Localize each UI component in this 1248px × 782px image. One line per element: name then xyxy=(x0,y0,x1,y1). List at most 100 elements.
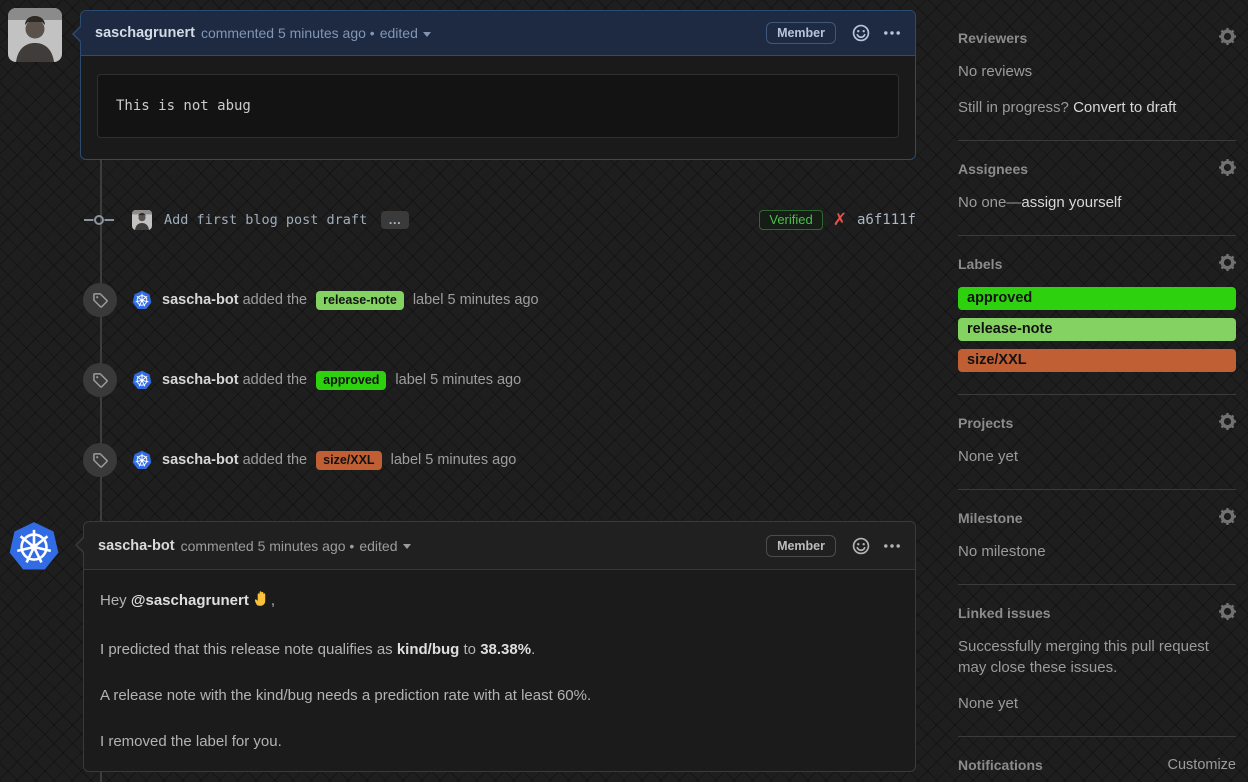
avatar-saschagrunert[interactable] xyxy=(8,8,62,62)
person-avatar-image xyxy=(132,210,152,230)
event-text: added the xyxy=(238,372,312,388)
comment-options-button[interactable] xyxy=(883,24,901,42)
sidebar-section-labels: Labels approved release-note size/XXL xyxy=(958,236,1238,395)
sidebar-section-notifications: Notifications Customize xyxy=(958,737,1236,782)
paragraph: I removed the label for you. xyxy=(100,733,282,750)
code-block: This is not abug xyxy=(97,74,899,138)
assignees-settings-button[interactable] xyxy=(1217,157,1238,179)
commit-hash-link[interactable]: a6f111f xyxy=(857,212,916,228)
kubernetes-avatar-image xyxy=(132,370,152,390)
edited-dropdown[interactable]: edited xyxy=(380,25,431,41)
comment-body: This is not abug xyxy=(81,56,915,156)
smiley-icon xyxy=(852,24,870,42)
avatar-committer[interactable] xyxy=(132,210,152,230)
avatar-sascha-bot[interactable] xyxy=(132,450,152,470)
commit-event: Add first blog post draft … Verified ✗ a… xyxy=(84,202,916,238)
customize-link[interactable]: Customize xyxy=(1168,757,1237,773)
sidebar-label-approved[interactable]: approved xyxy=(958,287,1236,310)
add-reaction-button[interactable] xyxy=(852,537,870,555)
sidebar: Reviewers No reviews Still in progress? … xyxy=(958,10,1238,782)
projects-settings-button[interactable] xyxy=(1217,411,1238,433)
avatar-sascha-bot-large[interactable] xyxy=(8,520,60,572)
sidebar-label-size-xxl[interactable]: size/XXL xyxy=(958,349,1236,372)
milestone-settings-button[interactable] xyxy=(1217,506,1238,528)
reviewers-empty-text: No reviews xyxy=(958,63,1033,80)
label-chip[interactable]: size/XXL xyxy=(316,450,382,470)
commit-expand-button[interactable]: … xyxy=(381,211,410,229)
comment-author-link[interactable]: sascha-bot xyxy=(98,538,175,554)
person-avatar-image xyxy=(8,8,62,62)
status-failed-icon[interactable]: ✗ xyxy=(833,210,847,230)
event-actor-link[interactable]: sascha-bot xyxy=(162,292,239,308)
edited-dropdown[interactable]: edited xyxy=(359,538,411,554)
verified-badge[interactable]: Verified xyxy=(759,210,823,230)
sidebar-section-assignees: Assignees No one—assign yourself xyxy=(958,141,1238,236)
section-title: Projects xyxy=(958,415,1014,431)
kebab-icon xyxy=(884,543,900,548)
sidebar-section-milestone: Milestone No milestone xyxy=(958,490,1238,585)
section-title: Milestone xyxy=(958,510,1023,526)
section-title: Notifications xyxy=(958,757,1043,773)
event-text: label 5 minutes ago xyxy=(391,372,522,388)
commit-message-link[interactable]: Add first blog post draft xyxy=(164,212,367,228)
paragraph: I predicted that this release note quali… xyxy=(100,641,536,658)
linked-issues-settings-button[interactable] xyxy=(1217,601,1238,623)
add-reaction-button[interactable] xyxy=(852,24,870,42)
event-text: added the xyxy=(238,292,312,308)
assign-yourself-link[interactable]: assign yourself xyxy=(1021,194,1121,211)
event-text: added the xyxy=(238,452,312,468)
avatar-sascha-bot[interactable] xyxy=(132,370,152,390)
convert-to-draft-link[interactable]: Convert to draft xyxy=(1073,99,1176,116)
draft-hint: Still in progress? Convert to draft xyxy=(958,99,1177,116)
linked-issues-description: Successfully merging this pull request m… xyxy=(958,638,1209,676)
gear-icon xyxy=(1217,506,1238,527)
chevron-down-icon xyxy=(402,544,411,549)
projects-empty-text: None yet xyxy=(958,448,1019,465)
section-title: Labels xyxy=(958,256,1003,272)
gear-icon xyxy=(1217,252,1238,273)
kubernetes-avatar-image xyxy=(8,520,60,571)
member-badge: Member xyxy=(766,22,836,44)
member-badge: Member xyxy=(766,534,836,557)
section-title: Assignees xyxy=(958,161,1029,177)
label-event: sascha-bot added the release-note label … xyxy=(83,282,539,318)
paragraph: A release note with the kind/bug needs a… xyxy=(100,687,592,704)
label-event: sascha-bot added the approved label 5 mi… xyxy=(83,362,521,398)
sidebar-section-linked-issues: Linked issues Successfully merging this … xyxy=(958,585,1238,737)
comment-header: saschagrunert commented 5 minutes ago • … xyxy=(72,11,915,56)
event-badge xyxy=(83,363,117,397)
event-text: label 5 minutes ago xyxy=(408,292,539,308)
assignees-empty-text: No one—assign yourself xyxy=(958,194,1122,211)
comment-options-button[interactable] xyxy=(883,537,901,555)
event-actor-link[interactable]: sascha-bot xyxy=(162,452,239,468)
label-event: sascha-bot added the size/XXL label 5 mi… xyxy=(83,442,516,478)
linked-issues-empty-text: None yet xyxy=(958,695,1019,712)
avatar-sascha-bot[interactable] xyxy=(132,290,152,310)
gear-icon xyxy=(1217,601,1238,622)
pull-request-conversation-page: saschagrunert commented 5 minutes ago • … xyxy=(0,0,1248,782)
comment-sascha-bot: sascha-bot commented 5 minutes ago • edi… xyxy=(75,521,916,772)
gear-icon xyxy=(1217,411,1238,432)
comment-saschagrunert: saschagrunert commented 5 minutes ago • … xyxy=(72,10,916,160)
paragraph: Hey @saschagrunert, xyxy=(100,589,899,616)
label-chip[interactable]: approved xyxy=(316,370,387,390)
gear-icon xyxy=(1217,157,1238,178)
kubernetes-avatar-image xyxy=(132,450,152,470)
comment-author-link[interactable]: saschagrunert xyxy=(95,25,195,41)
sidebar-section-projects: Projects None yet xyxy=(958,395,1238,490)
event-badge xyxy=(83,443,117,477)
git-commit-icon xyxy=(84,215,114,225)
kubernetes-avatar-image xyxy=(132,290,152,310)
event-badge xyxy=(83,283,117,317)
reviewers-settings-button[interactable] xyxy=(1217,26,1238,48)
chevron-down-icon xyxy=(422,31,431,37)
sidebar-label-release-note[interactable]: release-note xyxy=(958,318,1236,341)
smiley-icon xyxy=(852,537,870,554)
comment-body: Hey @saschagrunert, I predicted that thi… xyxy=(84,570,915,754)
tag-icon xyxy=(92,292,108,308)
event-actor-link[interactable]: sascha-bot xyxy=(162,372,239,388)
labels-settings-button[interactable] xyxy=(1217,252,1238,274)
mention-link[interactable]: @saschagrunert xyxy=(131,592,249,609)
label-chip[interactable]: release-note xyxy=(316,290,404,310)
section-title: Linked issues xyxy=(958,605,1051,621)
